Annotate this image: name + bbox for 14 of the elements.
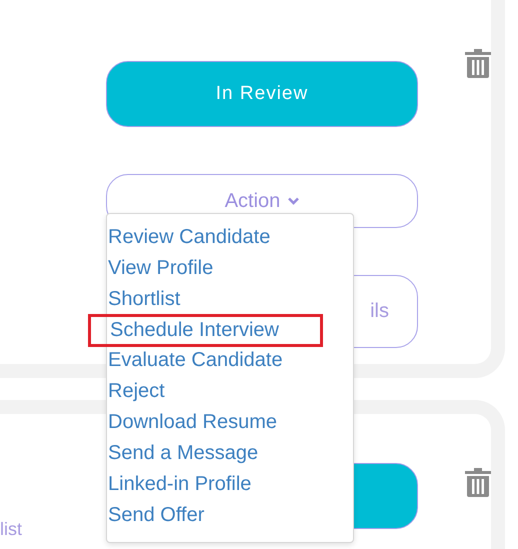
menu-item[interactable]: Download Resume (107, 407, 277, 438)
menu-item[interactable]: Schedule Interview (88, 314, 323, 347)
status-button[interactable]: In Review (106, 61, 418, 127)
menu-item[interactable]: View Profile (107, 253, 214, 284)
trash-icon[interactable] (465, 467, 491, 497)
trash-icon[interactable] (465, 48, 491, 78)
menu-item[interactable]: Reject (107, 376, 165, 407)
status-text: list (0, 519, 23, 540)
menu-item[interactable]: Shortlist (107, 284, 180, 315)
menu-item[interactable]: Linked-in Profile (107, 469, 252, 500)
menu-item[interactable]: Send Offer (107, 500, 204, 531)
chevron-down-icon (288, 197, 300, 205)
menu-item[interactable]: Send a Message (107, 438, 258, 469)
menu-item[interactable]: Evaluate Candidate (107, 345, 283, 376)
